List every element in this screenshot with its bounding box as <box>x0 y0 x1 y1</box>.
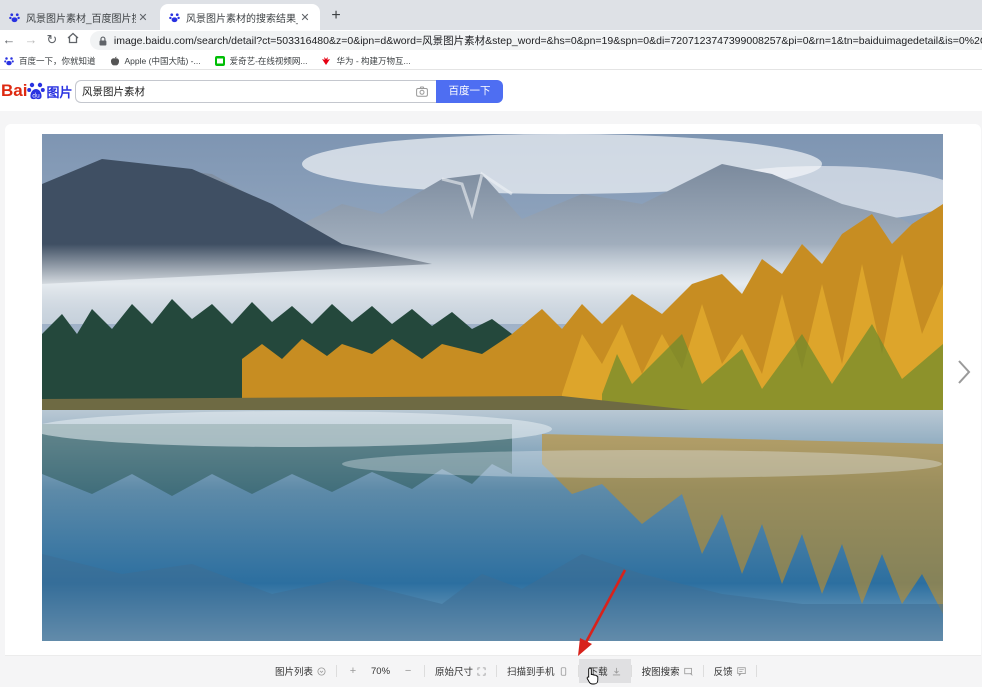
logo-suffix: 图片 <box>46 84 73 100</box>
next-image-icon[interactable] <box>955 358 973 386</box>
hand-cursor-icon <box>586 667 599 685</box>
baidu-paw-icon <box>168 11 180 23</box>
forward-icon[interactable]: → <box>22 31 40 49</box>
tool-label: 扫描到手机 <box>507 667 555 678</box>
zoom-in-button[interactable]: + <box>345 665 361 677</box>
bookmarks-bar: 百度一下，你就知道 Apple (中国大陆) -... 爱奇艺-在线视频网...… <box>0 52 982 70</box>
camera-icon[interactable] <box>416 86 428 97</box>
bookmark-label: 华为 - 构建万物互... <box>336 55 411 66</box>
close-tab-icon[interactable]: ✕ <box>298 11 312 24</box>
baidu-paw-icon: du <box>27 82 46 100</box>
search-input[interactable] <box>82 85 402 98</box>
close-tab-icon[interactable]: ✕ <box>136 11 150 24</box>
image-viewer: 图片列表 + 70% − 原始尺寸 扫描到手机 下载 按图搜索 反馈 <box>5 124 981 687</box>
tab-baidu-detail[interactable]: 风景图片素材的搜索结果_百度图片 ✕ <box>160 4 320 30</box>
bookmark-huawei[interactable]: 华为 - 构建万物互... <box>321 55 411 67</box>
home-icon[interactable] <box>64 31 82 49</box>
baidu-paw-icon <box>4 56 14 65</box>
bookmark-label: 爱奇艺-在线视频网... <box>229 55 308 66</box>
feedback-button[interactable]: 反馈 <box>704 659 756 683</box>
tool-label: 按图搜索 <box>641 667 680 678</box>
bookmark-iqiyi[interactable]: 爱奇艺-在线视频网... <box>214 55 308 67</box>
search-by-image-button[interactable]: 按图搜索 <box>632 659 703 683</box>
expand-icon <box>477 666 486 676</box>
browser-tab-strip: 风景图片素材_百度图片搜索 ✕ 风景图片素材的搜索结果_百度图片 ✕ + <box>0 0 982 30</box>
landscape-photo[interactable] <box>42 134 943 641</box>
new-tab-button[interactable]: + <box>326 6 346 26</box>
scan-to-phone-button[interactable]: 扫描到手机 <box>497 659 578 683</box>
feedback-icon <box>736 666 746 676</box>
tool-label: 图片列表 <box>275 667 314 678</box>
tab-title: 风景图片素材的搜索结果_百度图片 <box>186 13 298 25</box>
huawei-icon <box>322 56 331 65</box>
baidu-paw-icon <box>8 11 20 23</box>
tab-baidu-search[interactable]: 风景图片素材_百度图片搜索 ✕ <box>0 4 158 30</box>
search-button[interactable]: 百度一下 <box>436 80 503 103</box>
image-search-icon <box>683 667 693 676</box>
original-size-button[interactable]: 原始尺寸 <box>425 659 496 683</box>
svg-text:du: du <box>33 93 41 100</box>
download-icon <box>612 667 620 675</box>
bookmark-label: 百度一下，你就知道 <box>19 55 96 66</box>
image-list-button[interactable]: 图片列表 <box>265 659 336 683</box>
apple-icon <box>110 56 119 65</box>
tool-label: 反馈 <box>713 667 733 678</box>
tool-label: 原始尺寸 <box>435 667 474 678</box>
url-text: image.baidu.com/search/detail?ct=5033164… <box>113 35 982 47</box>
iqiyi-icon <box>214 55 225 66</box>
zoom-level: 70% <box>371 665 391 677</box>
lock-icon <box>99 35 107 45</box>
zoom-control: + 70% − <box>337 659 424 683</box>
bookmark-baidu[interactable]: 百度一下，你就知道 <box>4 55 96 67</box>
phone-icon <box>560 666 566 676</box>
tab-title: 风景图片素材_百度图片搜索 <box>26 13 136 25</box>
search-box <box>75 80 436 103</box>
reload-icon[interactable]: ↻ <box>43 31 61 49</box>
address-bar[interactable]: image.baidu.com/search/detail?ct=5033164… <box>90 31 982 50</box>
viewer-toolbar: 图片列表 + 70% − 原始尺寸 扫描到手机 下载 按图搜索 反馈 <box>5 655 981 687</box>
baidu-image-logo[interactable]: Bai du 图片 <box>1 78 72 104</box>
logo-text: Bai <box>1 81 28 100</box>
zoom-out-button[interactable]: − <box>400 665 416 677</box>
browser-toolbar: ← → ↻ image.baidu.com/search/detail?ct=5… <box>0 30 982 52</box>
back-icon[interactable]: ← <box>0 31 18 49</box>
page-content: Bai du 图片 百度一下 <box>0 71 982 687</box>
toolbar-divider <box>755 665 757 677</box>
bookmark-label: Apple (中国大陆) -... <box>124 55 201 66</box>
bookmark-apple[interactable]: Apple (中国大陆) -... <box>110 55 201 67</box>
baidu-header: Bai du 图片 百度一下 <box>0 71 982 111</box>
chevron-down-circle-icon <box>317 666 326 676</box>
